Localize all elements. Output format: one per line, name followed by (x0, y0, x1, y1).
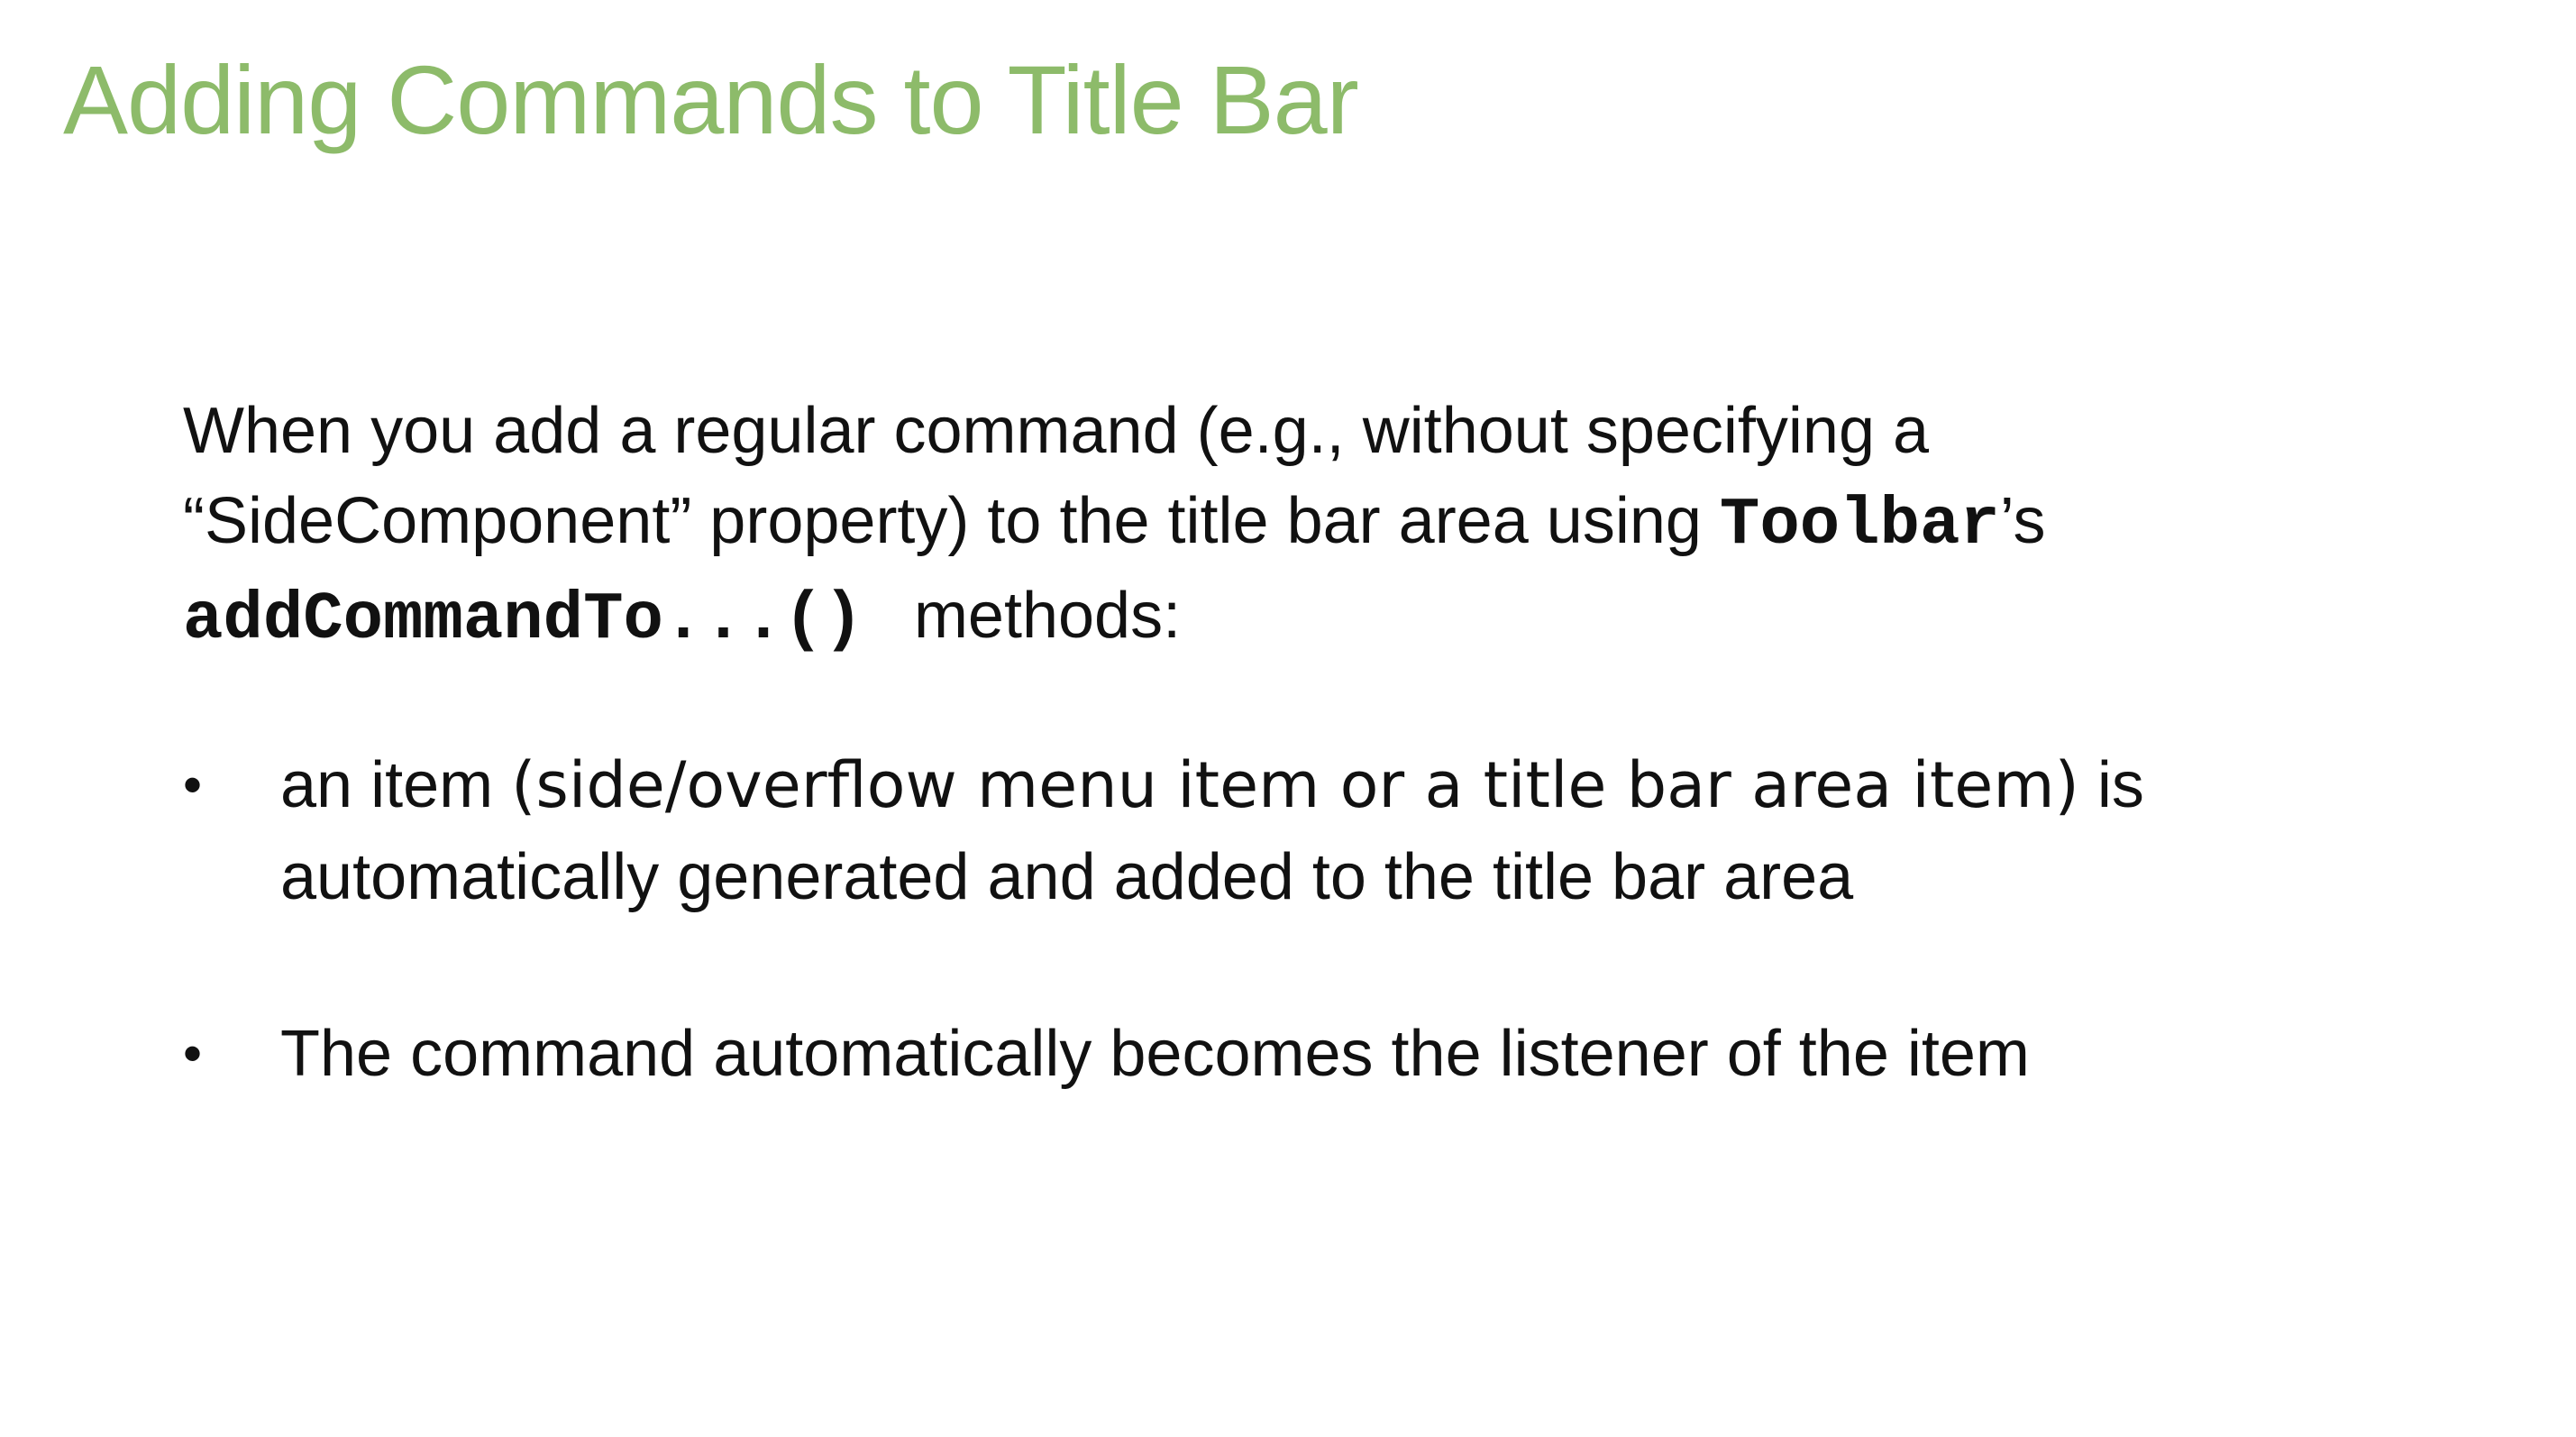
intro-line-3-text: methods: (913, 580, 1182, 652)
slide-title: Adding Commands to Title Bar (63, 45, 1359, 154)
possessive-suffix: ’s (1999, 485, 2046, 557)
bullet-2-line-1: The command automatically becomes the li… (280, 1018, 2030, 1090)
bullet-1-highlight: (side/overflow menu item or a title bar … (511, 748, 2079, 822)
intro-line-1: When you add a regular command (e.g., wi… (183, 395, 1930, 467)
bullet-marker: • (183, 755, 203, 815)
slide: Adding Commands to Title Bar When you ad… (0, 0, 2576, 1437)
bullet-text: an item (side/overflow menu item or a ti… (280, 739, 2480, 923)
bullet-text: The command automatically becomes the li… (280, 1008, 2480, 1100)
bullet-1-suffix: is (2078, 749, 2144, 821)
bullet-1-line-2: automatically generated and added to the… (280, 841, 1854, 913)
method-code: addCommandTo...() (183, 582, 863, 658)
bullet-1-prefix: an item (280, 749, 512, 821)
toolbar-code: Toolbar (1719, 488, 2000, 563)
intro-line-2-text: “SideComponent” property) to the title b… (183, 485, 1720, 557)
intro-line-3: addCommandTo...() methods: (183, 571, 2490, 665)
bullet-1-line-1: an item (side/overflow menu item or a ti… (280, 739, 2480, 831)
intro-paragraph: When you add a regular command (e.g., wi… (183, 386, 2490, 665)
intro-line-2: “SideComponent” property) to the title b… (183, 476, 2490, 571)
bullet-marker: • (183, 1023, 203, 1084)
